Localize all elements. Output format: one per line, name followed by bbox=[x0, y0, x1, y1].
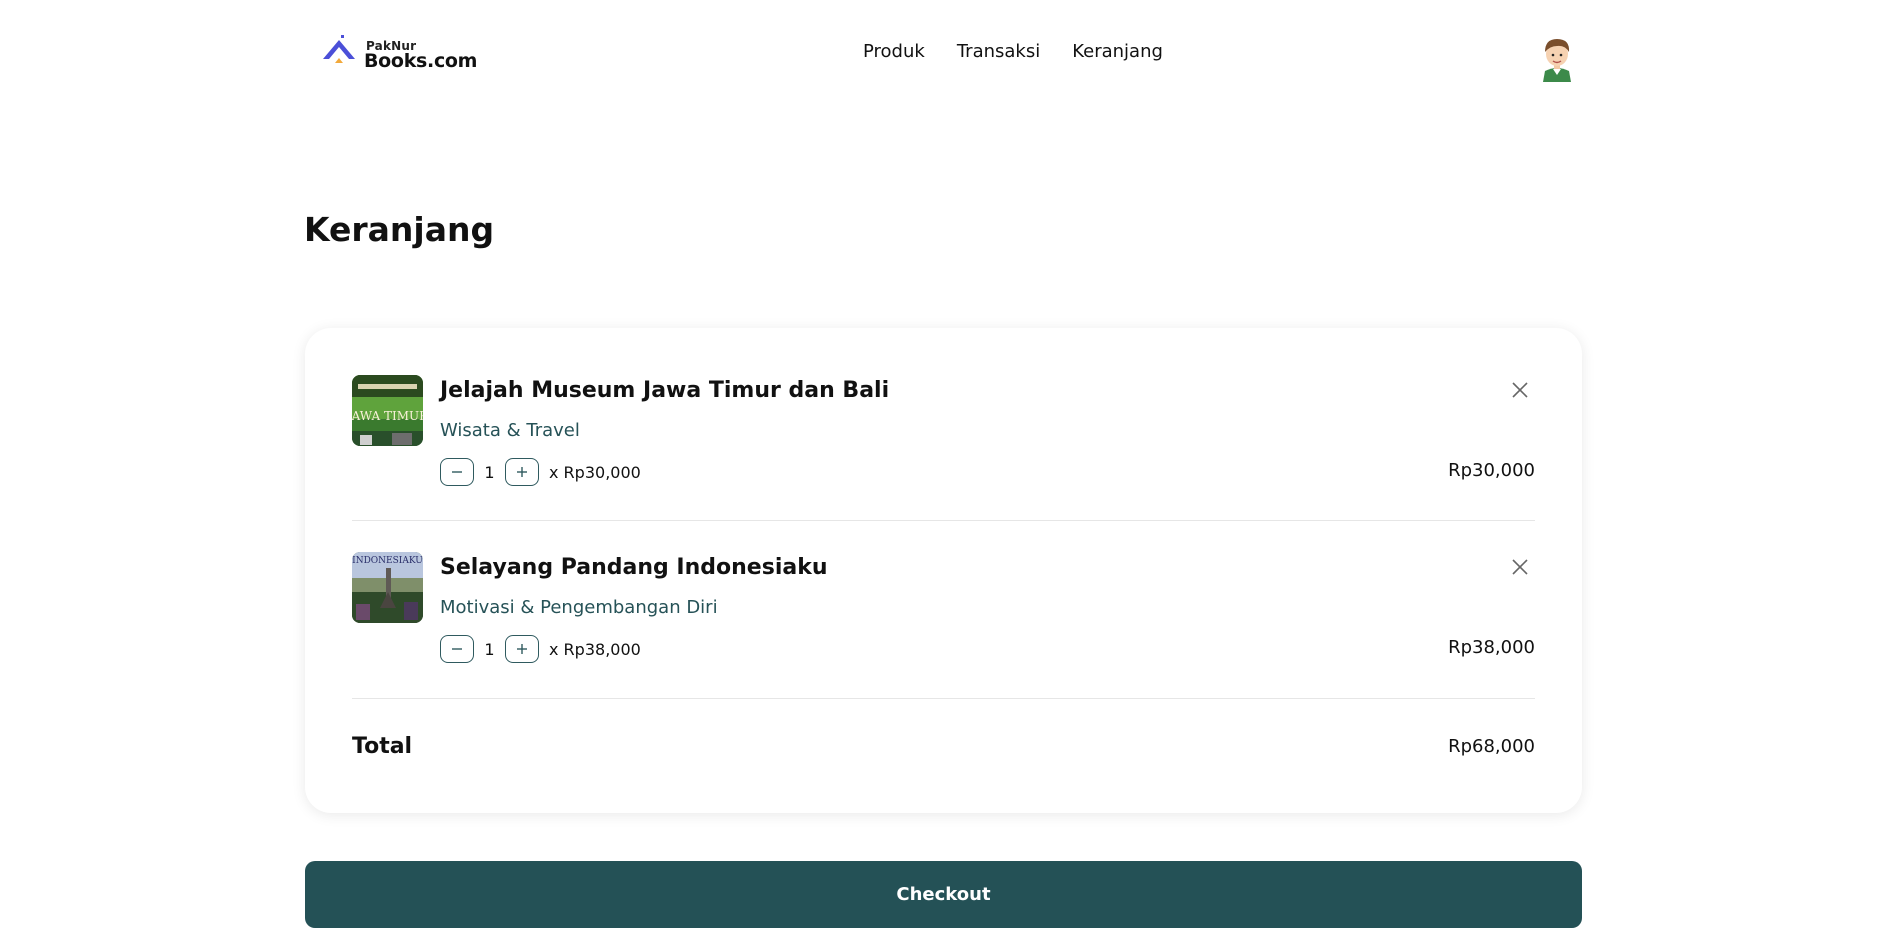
book-title: Jelajah Museum Jawa Timur dan Bali bbox=[440, 378, 890, 403]
cart-item: JAWA TIMUR Jelajah Museum Jawa Timur dan… bbox=[352, 375, 1535, 503]
book-cover-indonesiaku: INDONESIAKU bbox=[352, 552, 423, 623]
increase-qty-button[interactable] bbox=[505, 458, 539, 486]
cover-title-text: INDONESIAKU bbox=[352, 556, 423, 566]
nav-link-produk[interactable]: Produk bbox=[863, 41, 925, 62]
cart-item: INDONESIAKU Selayang Pandang Indonesiaku… bbox=[352, 552, 1535, 680]
main-nav: Produk Transaksi Keranjang bbox=[863, 41, 1163, 62]
quantity-stepper: 1 x Rp30,000 bbox=[440, 457, 641, 487]
quantity-value: 1 bbox=[484, 462, 495, 482]
cover-title-text: JAWA TIMUR bbox=[352, 409, 423, 423]
total-label: Total bbox=[352, 734, 413, 759]
decrease-qty-button[interactable] bbox=[440, 635, 474, 663]
user-avatar[interactable] bbox=[1535, 34, 1579, 82]
increase-qty-button[interactable] bbox=[505, 635, 539, 663]
book-cover-image: JAWA TIMUR bbox=[352, 375, 423, 446]
user-avatar-icon bbox=[1543, 39, 1571, 82]
top-navbar: PakNur Books.com Produk Transaksi Keranj… bbox=[0, 0, 1882, 106]
nav-link-transaksi[interactable]: Transaksi bbox=[957, 41, 1040, 62]
close-icon bbox=[1512, 382, 1528, 398]
brand-logo[interactable]: PakNur Books.com bbox=[322, 35, 477, 75]
divider bbox=[352, 698, 1535, 699]
plus-icon bbox=[517, 467, 527, 477]
minus-icon bbox=[452, 471, 462, 473]
cart-card: JAWA TIMUR Jelajah Museum Jawa Timur dan… bbox=[305, 328, 1582, 813]
checkout-button[interactable]: Checkout bbox=[305, 861, 1582, 928]
minus-icon bbox=[452, 648, 462, 650]
book-category: Wisata & Travel bbox=[440, 420, 580, 441]
unit-price: x Rp30,000 bbox=[549, 462, 641, 482]
house-logo-icon bbox=[323, 35, 355, 63]
remove-item-button[interactable] bbox=[1505, 375, 1535, 405]
page-title: Keranjang bbox=[304, 210, 495, 249]
book-category: Motivasi & Pengembangan Diri bbox=[440, 597, 718, 618]
quantity-value: 1 bbox=[484, 639, 495, 659]
book-cover-jawa-timur: JAWA TIMUR bbox=[352, 375, 423, 446]
book-cover-image: INDONESIAKU bbox=[352, 552, 423, 623]
unit-price: x Rp38,000 bbox=[549, 639, 641, 659]
decrease-qty-button[interactable] bbox=[440, 458, 474, 486]
brand-big-text: Books.com bbox=[364, 50, 478, 72]
line-total: Rp30,000 bbox=[1448, 460, 1535, 481]
remove-item-button[interactable] bbox=[1505, 552, 1535, 582]
plus-icon bbox=[517, 644, 527, 654]
line-total: Rp38,000 bbox=[1448, 637, 1535, 658]
close-icon bbox=[1512, 559, 1528, 575]
nav-link-keranjang[interactable]: Keranjang bbox=[1072, 41, 1163, 62]
quantity-stepper: 1 x Rp38,000 bbox=[440, 634, 641, 664]
divider bbox=[352, 520, 1535, 521]
book-title: Selayang Pandang Indonesiaku bbox=[440, 555, 828, 580]
total-value: Rp68,000 bbox=[1448, 736, 1535, 757]
